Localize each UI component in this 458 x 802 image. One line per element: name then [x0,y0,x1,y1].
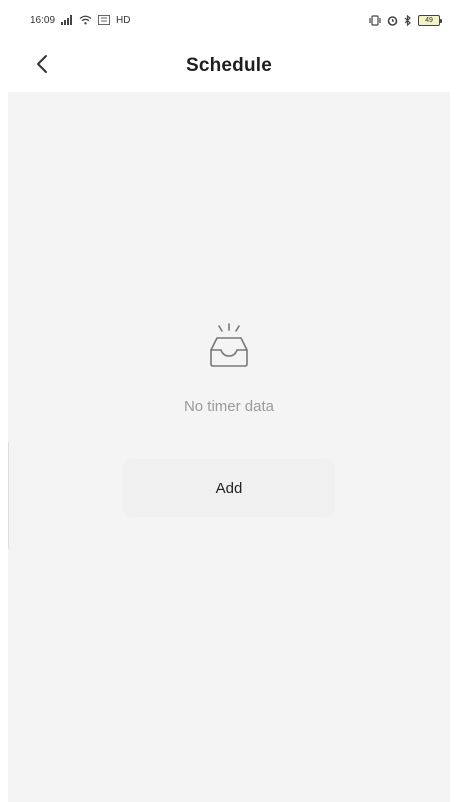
alarm-icon [387,14,398,26]
battery-icon: 49 [418,14,442,26]
status-left: 16:09 HD [30,14,130,26]
status-right: 49 [369,14,442,26]
status-bar: 16:09 HD 49 [0,0,458,40]
status-time: 16:09 [30,14,56,26]
add-button[interactable]: Add [123,459,335,517]
empty-state: No timer data Add [8,318,450,517]
back-button[interactable] [26,50,58,82]
empty-message: No timer data [183,398,275,415]
signal-icon [61,14,73,26]
header: Schedule [0,40,458,92]
edge-handle[interactable] [8,440,14,550]
page-title: Schedule [185,55,273,76]
inbox-icon [201,318,257,374]
bluetooth-icon [404,14,412,26]
vibrate-icon [369,14,381,26]
schedule-screen: 16:09 HD 49 Schedule No timer data Add [0,0,458,802]
chevron-left-icon [35,54,49,79]
content-area: No timer data Add [8,92,450,802]
wifi-icon [79,14,92,26]
data-speed-icon [98,14,111,26]
network-label: HD [116,14,131,26]
